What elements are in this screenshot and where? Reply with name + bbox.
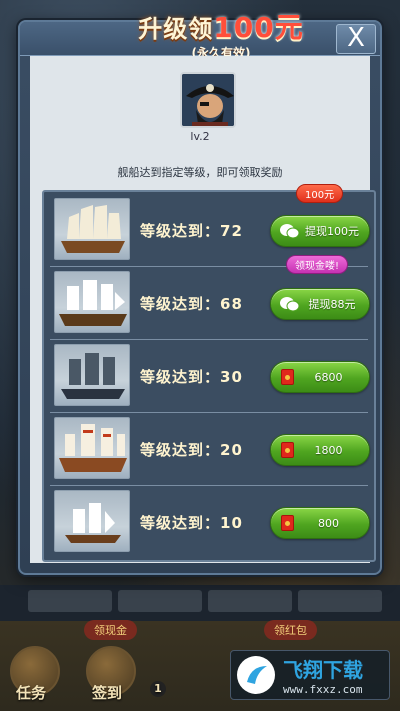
site-watermark: 飞翔下载 www.fxxz.com — [230, 650, 390, 700]
claim-800-button[interactable]: 800 — [270, 507, 370, 539]
title-prefix: 升级领 — [138, 15, 214, 43]
withdraw-88-button[interactable]: 提现88元 — [270, 288, 370, 320]
list-item: 等级达到：30 6800 — [50, 340, 370, 413]
reward-tag: 100元 — [296, 184, 344, 203]
modal-body: lv.2 舰船达到指定等级，即可领取奖励 等级达到：72 提现100元 100元… — [30, 56, 376, 563]
button-label: 6800 — [314, 370, 343, 384]
player-level: lv.2 — [190, 130, 210, 143]
button-label: 800 — [318, 516, 339, 530]
modal-title: 升级领100元 (永久有效) — [116, 6, 326, 61]
red-envelope-icon — [281, 515, 294, 531]
level-requirement: 等级达到：20 — [140, 441, 243, 459]
level-requirement: 等级达到：30 — [140, 368, 243, 386]
pirate-portrait-icon — [182, 74, 234, 126]
list-item: 等级达到：68 提现88元 领现金喽! — [50, 255, 370, 340]
ship-image — [54, 344, 130, 406]
task-button: 任务 — [16, 684, 47, 702]
frigate-ship-icon — [61, 353, 125, 399]
checkin-button: 签到 — [92, 684, 123, 702]
claim-6800-button[interactable]: 6800 — [270, 361, 370, 393]
ship-image — [54, 490, 130, 552]
list-item: 等级达到：20 1800 — [50, 413, 370, 486]
watermark-brand: 飞翔下载 — [283, 658, 363, 682]
withdraw-100-button[interactable]: 提现100元 — [270, 215, 370, 247]
wechat-icon — [279, 295, 301, 313]
close-button[interactable]: X — [336, 24, 376, 54]
background-slot — [118, 590, 202, 612]
list-item: 等级达到：10 800 — [50, 486, 370, 559]
watermark-url: www.fxxz.com — [283, 683, 363, 696]
level-requirement: 等级达到：10 — [140, 514, 243, 532]
button-label: 提现88元 — [308, 298, 356, 311]
level-requirement: 等级达到：68 — [140, 295, 243, 313]
redpacket-badge: 领红包 — [264, 620, 317, 640]
ship-image — [54, 198, 130, 260]
title-amount: 100元 — [213, 11, 304, 44]
ship-image — [54, 417, 130, 479]
background-slot — [208, 590, 292, 612]
fxxz-logo-icon — [237, 656, 275, 694]
claim-1800-button[interactable]: 1800 — [270, 434, 370, 466]
cash-badge: 领现金 — [84, 620, 137, 640]
red-envelope-icon — [281, 442, 294, 458]
button-label: 提现100元 — [305, 225, 359, 238]
ship-image — [54, 271, 130, 333]
red-envelope-icon — [281, 369, 294, 385]
wechat-icon — [279, 222, 301, 240]
level-requirement: 等级达到：72 — [140, 222, 243, 240]
player-avatar — [180, 72, 236, 128]
reward-tag: 领现金喽! — [286, 255, 349, 274]
level-indicator: 1 — [150, 681, 166, 697]
button-label: 1800 — [314, 443, 343, 457]
junk-ship-icon — [61, 205, 125, 253]
background-slot — [28, 590, 112, 612]
galleon-ship-icon — [59, 280, 127, 326]
reward-hint: 舰船达到指定等级，即可领取奖励 — [117, 166, 283, 179]
background-slot — [298, 590, 382, 612]
sloop-ship-icon — [65, 503, 121, 543]
upgrade-reward-modal: 升级领100元 (永久有效) X lv.2 舰船达到指定等级，即可领取奖励 等级… — [18, 11, 382, 575]
reward-list: 等级达到：72 提现100元 100元 等级达到：68 提现88元 领现金喽! … — [42, 184, 376, 562]
junk-ship-icon — [59, 424, 127, 472]
